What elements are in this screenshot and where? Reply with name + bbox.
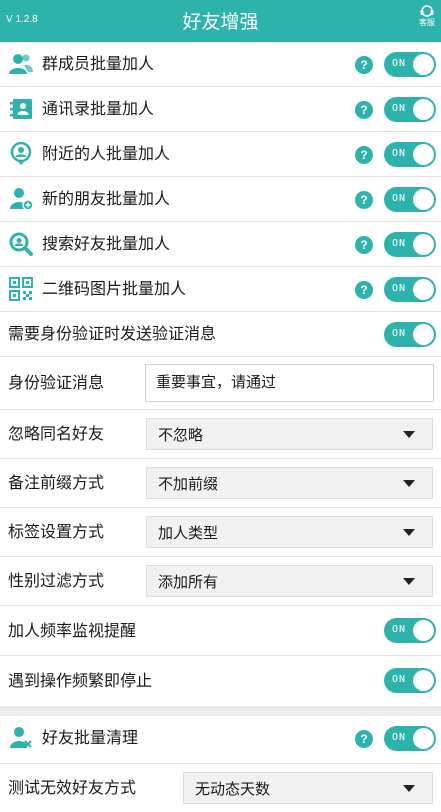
test-invalid-select[interactable]: 无动态天数: [183, 772, 433, 804]
headset-icon: [420, 5, 434, 17]
select-value: 加人类型: [158, 524, 219, 542]
group-members-icon: [9, 52, 33, 76]
help-icon[interactable]: ?: [355, 56, 373, 74]
select-value: 不加前缀: [158, 475, 219, 493]
qr-code-toggle[interactable]: ON: [384, 277, 436, 302]
new-friend-icon: [9, 187, 33, 211]
friend-cleanup-row: 好友批量清理 ? ON: [0, 716, 441, 764]
verify-message-label: 身份验证消息: [8, 373, 105, 392]
frequency-monitor-row: 加人频率监视提醒 ON: [0, 606, 441, 656]
toggle-state: ON: [392, 283, 407, 294]
toggle-knob: [413, 99, 434, 120]
feature-row-new-friends: 新的朋友批量加人 ? ON: [0, 177, 441, 222]
friend-cleanup-toggle[interactable]: ON: [384, 726, 436, 751]
feature-row-search: 搜索好友批量加人 ? ON: [0, 222, 441, 267]
toggle-state: ON: [392, 193, 407, 204]
help-icon[interactable]: ?: [355, 730, 373, 748]
search-toggle[interactable]: ON: [384, 232, 436, 257]
toggle-state: ON: [392, 624, 407, 635]
select-value: 不忽略: [158, 426, 204, 444]
toggle-knob: [413, 144, 434, 165]
toggle-state: ON: [392, 674, 407, 685]
select-value: 添加所有: [158, 573, 219, 591]
feature-label: 附近的人批量加人: [42, 144, 171, 163]
tag-setting-label: 标签设置方式: [8, 522, 105, 541]
feature-label: 通讯录批量加人: [42, 99, 155, 118]
help-icon[interactable]: ?: [355, 236, 373, 254]
toggle-state: ON: [392, 58, 407, 69]
friend-cleanup-icon: [9, 726, 33, 750]
verify-message-row: 身份验证消息 重要事宜，请通过: [0, 357, 441, 410]
help-icon[interactable]: ?: [355, 191, 373, 209]
toggle-state: ON: [392, 148, 407, 159]
stop-on-frequent-toggle[interactable]: ON: [384, 668, 436, 693]
tag-setting-row: 标签设置方式 加人类型: [0, 508, 441, 557]
toggle-knob: [413, 670, 434, 691]
test-invalid-row: 测试无效好友方式 无动态天数: [0, 764, 441, 812]
verify-send-toggle[interactable]: ON: [384, 322, 436, 347]
customer-service-label: 客服: [419, 18, 435, 27]
new-friends-toggle[interactable]: ON: [384, 187, 436, 212]
contacts-toggle[interactable]: ON: [384, 97, 436, 122]
remark-prefix-label: 备注前缀方式: [8, 473, 105, 492]
toggle-knob: [413, 189, 434, 210]
verify-send-row: 需要身份验证时发送验证消息 ON: [0, 312, 441, 357]
toggle-knob: [413, 279, 434, 300]
toggle-state: ON: [392, 238, 407, 249]
feature-row-contacts: 通讯录批量加人 ? ON: [0, 87, 441, 132]
group-members-toggle[interactable]: ON: [384, 52, 436, 77]
feature-label: 二维码图片批量加人: [42, 279, 187, 298]
feature-label: 搜索好友批量加人: [42, 234, 171, 253]
dropdown-arrow-icon: [403, 529, 415, 536]
toggle-knob: [413, 324, 434, 345]
gender-filter-row: 性别过滤方式 添加所有: [0, 557, 441, 606]
stop-on-frequent-label: 遇到操作频繁即停止: [8, 671, 153, 690]
section-divider: [0, 706, 441, 716]
friend-cleanup-label: 好友批量清理: [42, 728, 139, 747]
select-value: 无动态天数: [195, 780, 271, 798]
ignore-same-name-row: 忽略同名好友 不忽略: [0, 410, 441, 459]
dropdown-arrow-icon: [403, 431, 415, 438]
contacts-book-icon: [9, 97, 33, 121]
help-icon[interactable]: ?: [355, 101, 373, 119]
qr-code-icon: [9, 277, 33, 301]
toggle-knob: [413, 234, 434, 255]
feature-row-qr-code: 二维码图片批量加人 ? ON: [0, 267, 441, 312]
verify-message-input[interactable]: 重要事宜，请通过: [145, 364, 434, 402]
frequency-monitor-label: 加人频率监视提醒: [8, 621, 137, 640]
dropdown-arrow-icon: [403, 785, 415, 792]
toggle-state: ON: [392, 732, 407, 743]
toggle-state: ON: [392, 103, 407, 114]
stop-on-frequent-row: 遇到操作频繁即停止 ON: [0, 656, 441, 706]
nearby-people-icon: [9, 142, 33, 166]
help-icon[interactable]: ?: [355, 281, 373, 299]
nearby-toggle[interactable]: ON: [384, 142, 436, 167]
search-friend-icon: [9, 232, 33, 256]
feature-row-nearby: 附近的人批量加人 ? ON: [0, 132, 441, 177]
toggle-knob: [413, 620, 434, 641]
test-invalid-label: 测试无效好友方式: [8, 778, 137, 797]
dropdown-arrow-icon: [403, 480, 415, 487]
gender-filter-label: 性别过滤方式: [8, 571, 105, 590]
app-header: V 1.2.8 好友增强 客服: [0, 0, 441, 42]
verify-send-label: 需要身份验证时发送验证消息: [8, 324, 217, 343]
frequency-monitor-toggle[interactable]: ON: [384, 618, 436, 643]
remark-prefix-row: 备注前缀方式 不加前缀: [0, 459, 441, 508]
toggle-knob: [413, 54, 434, 75]
page-title: 好友增强: [182, 11, 259, 33]
toggle-knob: [413, 728, 434, 749]
feature-row-group-members: 群成员批量加人 ? ON: [0, 42, 441, 87]
remark-prefix-select[interactable]: 不加前缀: [146, 467, 433, 499]
ignore-same-name-select[interactable]: 不忽略: [146, 418, 433, 450]
dropdown-arrow-icon: [403, 578, 415, 585]
tag-setting-select[interactable]: 加人类型: [146, 516, 433, 548]
feature-label: 群成员批量加人: [42, 54, 155, 73]
gender-filter-select[interactable]: 添加所有: [146, 565, 433, 597]
feature-label: 新的朋友批量加人: [42, 189, 171, 208]
toggle-state: ON: [392, 328, 407, 339]
customer-service-button[interactable]: 客服: [416, 2, 438, 28]
ignore-same-name-label: 忽略同名好友: [8, 424, 105, 443]
help-icon[interactable]: ?: [355, 146, 373, 164]
